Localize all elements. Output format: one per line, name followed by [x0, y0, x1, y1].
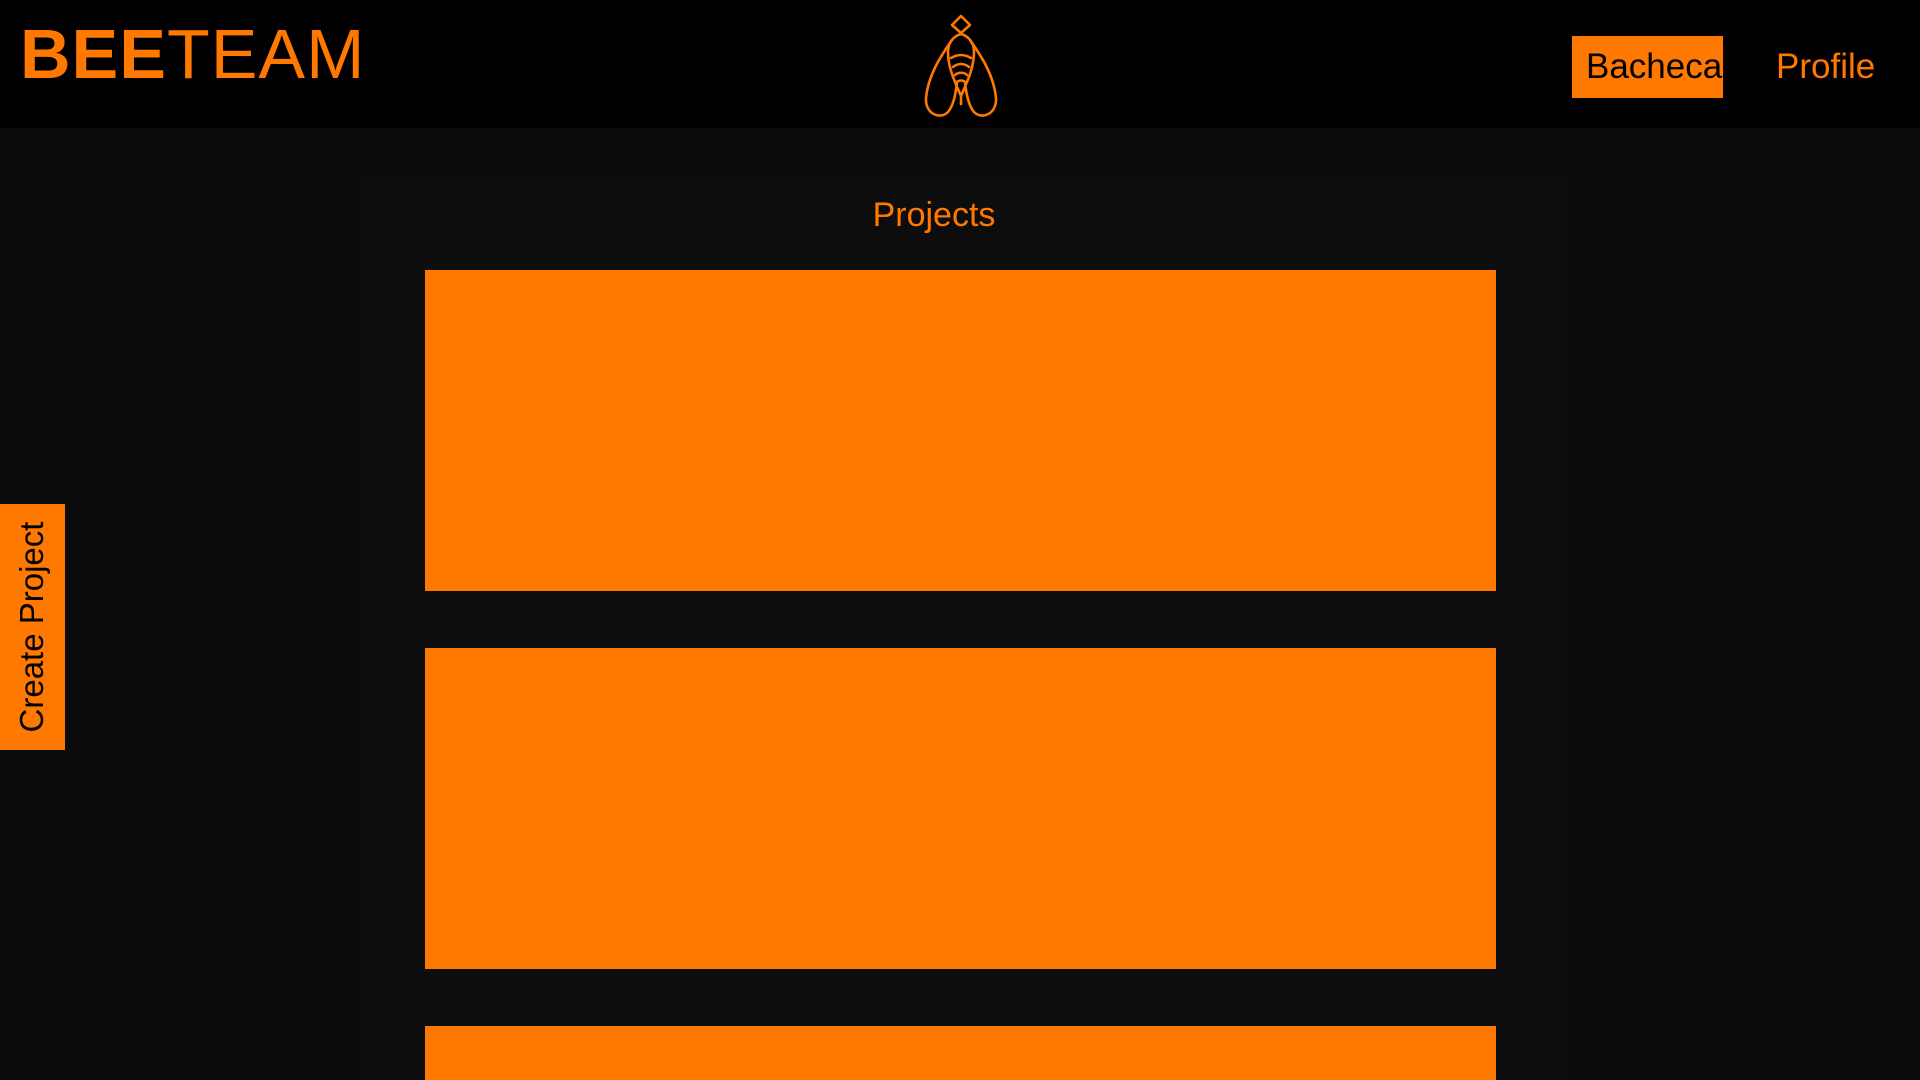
project-card[interactable] — [425, 1026, 1496, 1080]
nav-bacheca-button[interactable]: Bacheca — [1572, 36, 1723, 98]
brand-light-text: TEAM — [166, 15, 366, 93]
brand-bold-text: BEE — [20, 15, 167, 93]
bee-icon[interactable] — [910, 12, 1012, 120]
nav-profile-button[interactable]: Profile — [1762, 36, 1889, 98]
create-project-label: Create Project — [13, 521, 50, 733]
create-project-button[interactable]: Create Project — [0, 504, 65, 750]
brand-logo-text[interactable]: BEETEAM — [20, 14, 365, 94]
project-card[interactable] — [425, 270, 1496, 591]
top-bar: BEETEAM Bacheca Profile — [0, 0, 1920, 128]
page-title: Projects — [872, 196, 996, 234]
project-card[interactable] — [425, 648, 1496, 969]
